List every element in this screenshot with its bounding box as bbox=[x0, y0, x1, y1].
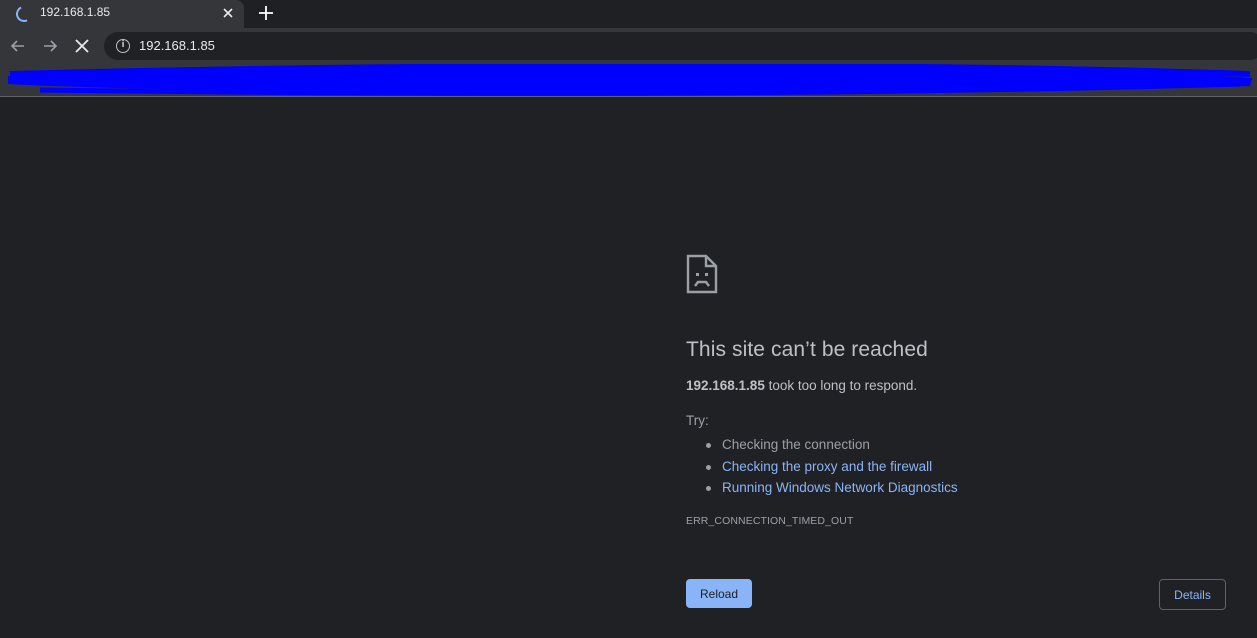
tab-strip: 192.168.1.85 bbox=[0, 0, 1257, 28]
plus-icon bbox=[259, 6, 273, 20]
sad-page-icon bbox=[686, 254, 718, 294]
stop-button[interactable] bbox=[70, 34, 94, 58]
browser-tab[interactable]: 192.168.1.85 bbox=[0, 0, 244, 28]
redaction-scribble bbox=[8, 64, 1252, 96]
close-icon[interactable] bbox=[218, 3, 238, 23]
browser-toolbar: i 192.168.1.85 bbox=[0, 28, 1257, 64]
error-headline: This site can’t be reached bbox=[686, 338, 928, 361]
arrow-right-icon bbox=[44, 40, 58, 52]
error-host: 192.168.1.85 bbox=[686, 378, 765, 393]
reload-button[interactable]: Reload bbox=[686, 579, 752, 608]
back-button[interactable] bbox=[6, 34, 30, 58]
bookmarks-bar bbox=[0, 64, 1257, 97]
details-button[interactable]: Details bbox=[1159, 579, 1226, 610]
arrow-left-icon bbox=[10, 40, 24, 52]
stop-x-icon bbox=[75, 39, 89, 53]
error-page: This site can’t be reached 192.168.1.85 … bbox=[686, 254, 1246, 527]
new-tab-button[interactable] bbox=[254, 1, 278, 25]
suggestion-check-proxy-link[interactable]: Checking the proxy and the firewall bbox=[686, 456, 1246, 478]
url-text[interactable]: 192.168.1.85 bbox=[139, 38, 215, 53]
spinner-icon bbox=[13, 3, 35, 25]
suggestion-list: Checking the connection Checking the pro… bbox=[686, 434, 1246, 499]
try-label: Try: bbox=[686, 413, 709, 428]
tab-title: 192.168.1.85 bbox=[40, 5, 111, 19]
error-summary-text: took too long to respond. bbox=[764, 378, 918, 393]
error-code: ERR_CONNECTION_TIMED_OUT bbox=[686, 514, 854, 527]
address-bar[interactable]: i 192.168.1.85 bbox=[104, 32, 1257, 60]
error-summary: 192.168.1.85 took too long to respond. bbox=[686, 378, 1246, 393]
forward-button[interactable] bbox=[38, 34, 62, 58]
info-icon[interactable]: i bbox=[116, 39, 130, 53]
suggestion-network-diagnostics-link[interactable]: Running Windows Network Diagnostics bbox=[686, 477, 1246, 499]
suggestion-check-connection: Checking the connection bbox=[686, 434, 1246, 456]
